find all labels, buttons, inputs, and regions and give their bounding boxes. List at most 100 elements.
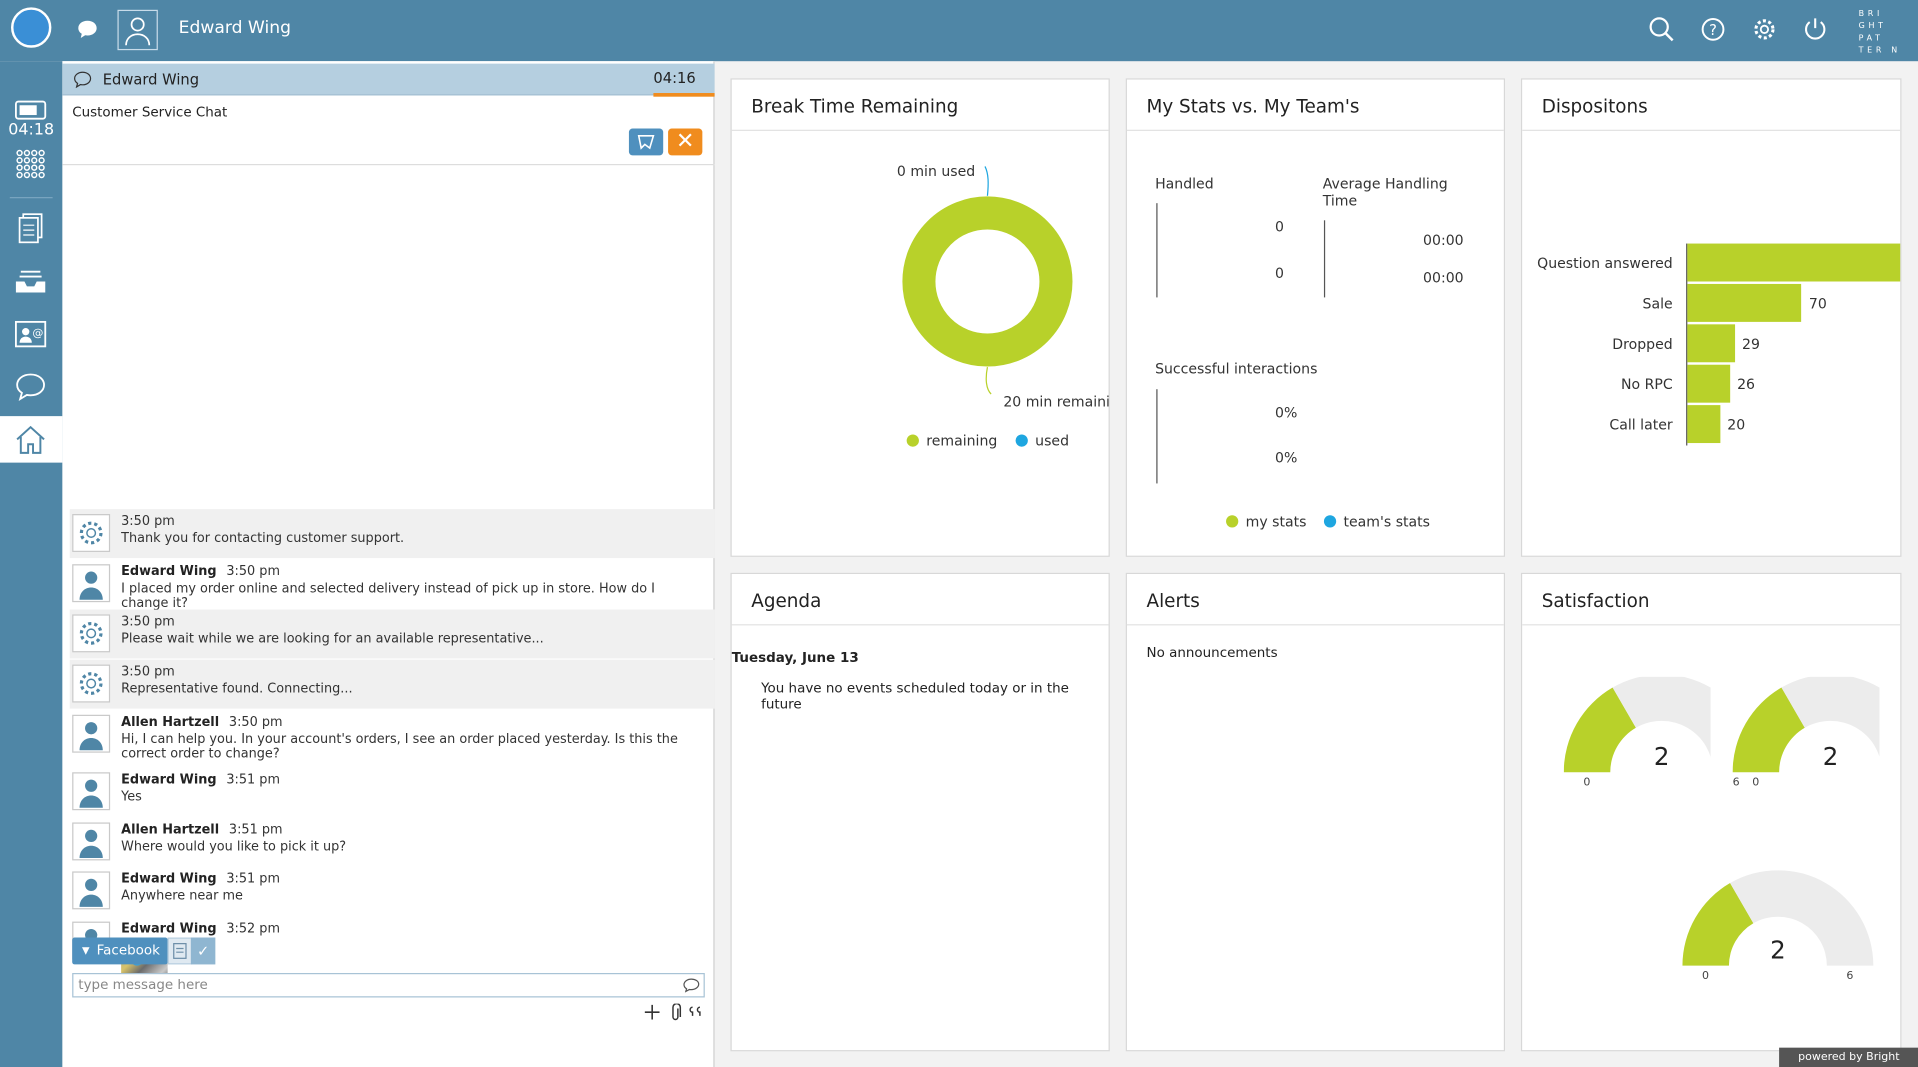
sidebar-item-inbox[interactable]: [0, 257, 62, 306]
aht-my-value: 00:00: [1423, 231, 1464, 249]
message-text: Representative found. Connecting...: [121, 681, 353, 697]
attachment-icon[interactable]: [668, 1003, 683, 1022]
chat-bubble-icon[interactable]: [77, 20, 98, 40]
handled-label: Handled: [1155, 175, 1214, 193]
card-title: Dispositons: [1541, 95, 1648, 118]
canned-response-button[interactable]: [167, 937, 193, 965]
legend-my-label: my stats: [1245, 512, 1307, 530]
handled-my-value: 0: [1274, 217, 1284, 235]
bar-value-label: 26: [1737, 375, 1756, 393]
bar-category-label: Dropped: [1612, 335, 1673, 353]
settings-gear-icon[interactable]: [1752, 17, 1776, 41]
help-icon[interactable]: ?: [1701, 17, 1725, 41]
user-avatar-icon: [72, 564, 111, 603]
sidebar-item-documents[interactable]: [0, 203, 62, 252]
end-chat-button[interactable]: ✕: [668, 128, 703, 156]
chevron-down-icon: ▼: [81, 944, 90, 956]
gauge-max-label: 6: [1846, 970, 1854, 983]
user-avatar: [117, 9, 158, 51]
user-avatar-icon: [72, 871, 111, 910]
channel-facebook-button[interactable]: ▼ Facebook: [72, 937, 168, 965]
alerts-card: Alerts No announcements: [1125, 572, 1506, 1052]
bar: [1687, 364, 1730, 403]
home-icon: [16, 425, 45, 454]
quote-icon[interactable]: [689, 1005, 706, 1020]
legend-team-label: team's stats: [1343, 512, 1431, 530]
sidebar-item-dialpad[interactable]: [0, 140, 62, 189]
legend-remaining: remaining: [906, 432, 997, 449]
agenda-empty-message: You have no events scheduled today or in…: [761, 680, 1069, 713]
handled-team-value: 0: [1274, 264, 1284, 282]
legend-team-stats: team's stats: [1323, 512, 1431, 530]
divider: [731, 129, 1109, 131]
legend-my-stats: my stats: [1226, 513, 1306, 530]
send-chat-icon[interactable]: [683, 978, 700, 993]
break-donut-chart: [902, 166, 1073, 395]
powered-by-badge: powered by Bright Pattern: [1779, 1047, 1918, 1067]
divider: [1126, 129, 1504, 131]
divider: [1522, 624, 1901, 626]
legend-used-label: used: [1035, 432, 1070, 450]
sidebar-item-home[interactable]: [0, 416, 63, 463]
power-icon[interactable]: [1802, 16, 1828, 42]
chat-message: Allen Hartzell 3:50 pm Hi, I can help you.…: [70, 710, 715, 766]
message-input[interactable]: type message here: [72, 973, 705, 998]
bar: [1687, 283, 1802, 322]
gauge-min-label: 0: [1583, 777, 1591, 790]
agent-status-indicator[interactable]: [11, 7, 52, 48]
confirm-button[interactable]: ✓: [190, 937, 216, 965]
document-icon: [18, 213, 43, 244]
chat-bubble-icon: [74, 71, 92, 89]
message-sender: Edward Wing: [121, 564, 217, 579]
contact-card-icon: @: [14, 320, 47, 348]
divider: [1126, 624, 1504, 626]
message-text: Please wait while we are looking for an …: [121, 631, 544, 647]
bar: [1687, 243, 1901, 282]
aht-team-value: 00:00: [1423, 269, 1464, 287]
interaction-timer-bar: [653, 93, 715, 97]
success-my-value: 0%: [1274, 403, 1298, 422]
message-time: 3:52 pm: [226, 921, 280, 937]
system-gear-icon: [72, 614, 111, 653]
success-team-value: 0%: [1274, 449, 1298, 467]
message-time: 3:50 pm: [121, 614, 175, 630]
remaining-label: 20 min remaining: [1003, 392, 1108, 411]
message-text: I placed my order online and selected de…: [121, 581, 655, 611]
agenda-date: Tuesday, June 13: [731, 649, 859, 666]
message-sender: Allen Hartzell: [121, 822, 220, 838]
card-title: Alerts: [1146, 589, 1200, 612]
channel-label: Facebook: [96, 942, 160, 959]
message-header: Edward Wing 3:51 pm: [121, 871, 280, 886]
sidebar-item-chat[interactable]: [0, 362, 62, 411]
gauge-value: 2: [1653, 741, 1670, 772]
bar: [1687, 405, 1720, 444]
message-text: Thank you for contacting customer suppor…: [121, 531, 405, 546]
screen-icon: [14, 100, 47, 120]
message-input-placeholder: type message here: [78, 976, 208, 993]
message-time: 3:50 pm: [226, 564, 280, 579]
transfer-icon: [637, 135, 655, 150]
bar-category-label: Sale: [1642, 294, 1673, 313]
top-bar: Edward Wing ? BRI GHT PAT TER N: [0, 0, 1918, 62]
message-sender: Edward Wing: [121, 772, 217, 787]
user-avatar-icon: [72, 772, 111, 811]
satisfaction-card: Satisfaction 206206206: [1520, 572, 1902, 1052]
active-interaction-header[interactable]: Edward Wing 04:16: [62, 63, 715, 97]
chat-panel: Edward Wing 04:16 Customer Service Chat …: [62, 61, 715, 1067]
svg-text:?: ?: [1709, 22, 1717, 39]
message-header: 3:50 pm: [121, 514, 175, 529]
bar-value-label: 20: [1727, 416, 1746, 434]
search-icon[interactable]: [1648, 16, 1675, 43]
add-icon[interactable]: [644, 1004, 661, 1021]
card-title: My Stats vs. My Team's: [1146, 95, 1360, 118]
message-sender: Edward Wing: [121, 921, 217, 937]
message-header: 3:50 pm: [121, 614, 175, 629]
sidebar-item-screen[interactable]: [0, 86, 62, 135]
sidebar-item-contacts[interactable]: @: [0, 310, 62, 359]
chat-message: Edward Wing 3:51 pm Yes: [70, 767, 715, 816]
break-time-card: Break Time Remaining 0 min used 20 min r…: [730, 78, 1110, 557]
message-header: Edward Wing 3:51 pm: [121, 772, 280, 787]
checkmark-icon: ✓: [196, 942, 210, 960]
transfer-button[interactable]: [628, 128, 664, 156]
message-time: 3:51 pm: [226, 772, 280, 787]
